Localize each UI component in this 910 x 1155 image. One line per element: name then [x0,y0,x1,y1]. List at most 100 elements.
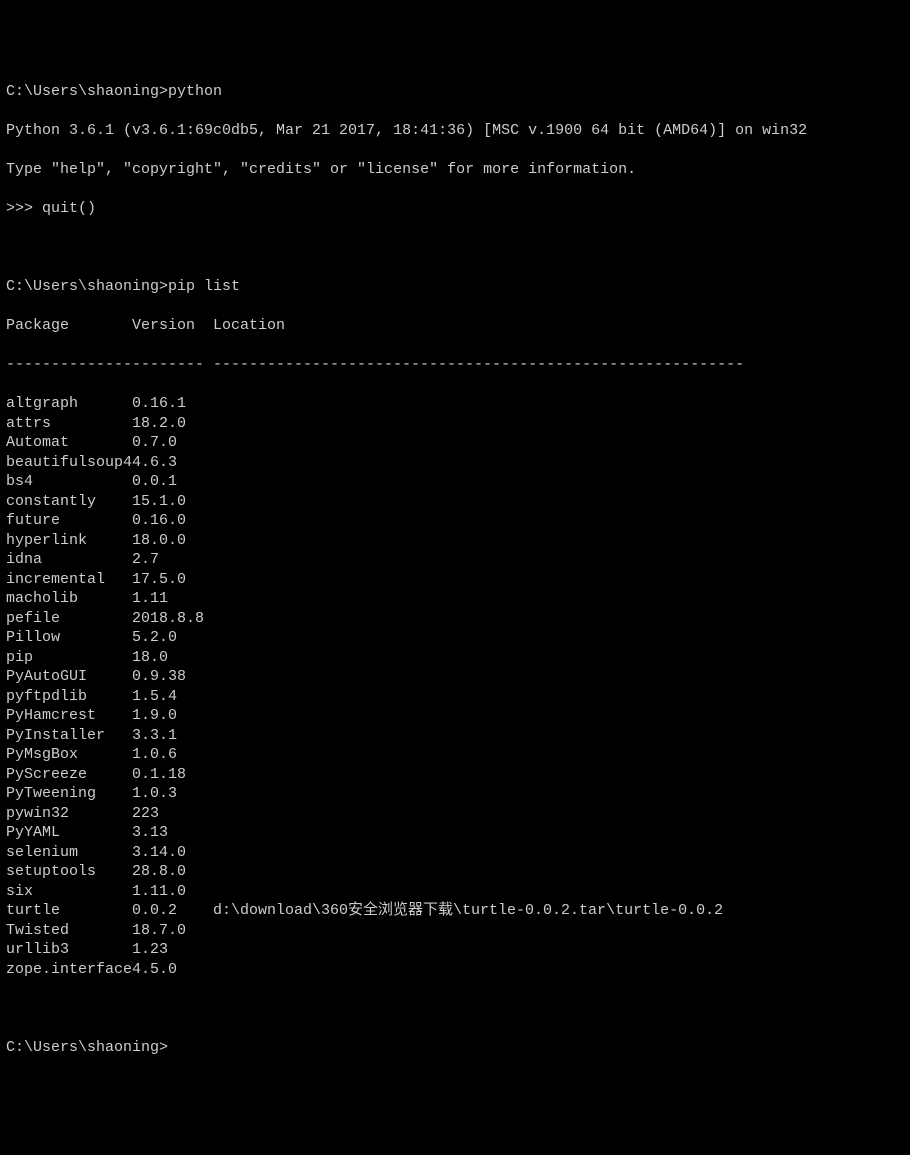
package-name: six [6,882,132,902]
table-row: future 0.16.0 [6,511,904,531]
table-row: attrs 18.2.0 [6,414,904,434]
package-name: pip [6,648,132,668]
shell-prompt: C:\Users\shaoning> [6,277,168,297]
package-name: PyMsgBox [6,745,132,765]
divider-package: -------------- [6,355,132,375]
table-row: Twisted 18.7.0 [6,921,904,941]
table-row: pefile 2018.8.8 [6,609,904,629]
table-row: hyperlink 18.0.0 [6,531,904,551]
package-version: 3.3.1 [132,726,213,746]
table-row: PyYAML 3.13 [6,823,904,843]
command-python: python [168,82,222,102]
package-version: 1.11 [132,589,213,609]
package-version: 0.1.18 [132,765,213,785]
package-name: PyScreeze [6,765,132,785]
shell-prompt: C:\Users\shaoning> [6,1038,168,1058]
package-version: 3.14.0 [132,843,213,863]
package-name: PyHamcrest [6,706,132,726]
package-name: PyYAML [6,823,132,843]
package-version: 18.0.0 [132,531,213,551]
package-version: 2.7 [132,550,213,570]
header-package: Package [6,316,132,336]
table-row: idna 2.7 [6,550,904,570]
package-name: macholib [6,589,132,609]
package-name: pefile [6,609,132,629]
table-row: six 1.11.0 [6,882,904,902]
prompt-line-2[interactable]: C:\Users\shaoning>pip list [6,277,904,297]
table-row: PyAutoGUI 0.9.38 [6,667,904,687]
table-row: PyTweening 1.0.3 [6,784,904,804]
table-row: PyMsgBox 1.0.6 [6,745,904,765]
table-row: constantly 15.1.0 [6,492,904,512]
package-version: 1.0.3 [132,784,213,804]
table-row: incremental 17.5.0 [6,570,904,590]
table-row: pywin32 223 [6,804,904,824]
package-version: 0.16.1 [132,394,213,414]
package-version: 18.7.0 [132,921,213,941]
package-location: d:\download\360安全浏览器下载\turtle-0.0.2.tar\… [213,901,723,921]
package-version: 17.5.0 [132,570,213,590]
repl-line[interactable]: >>> quit() [6,199,904,219]
package-version: 28.8.0 [132,862,213,882]
package-name: selenium [6,843,132,863]
package-version: 3.13 [132,823,213,843]
repl-prompt: >>> [6,199,42,219]
repl-command-quit: quit() [42,199,96,219]
package-version: 15.1.0 [132,492,213,512]
blank-line [6,238,904,258]
package-version: 1.23 [132,940,213,960]
package-name: hyperlink [6,531,132,551]
blank-line [6,999,904,1019]
package-name: bs4 [6,472,132,492]
package-version: 5.2.0 [132,628,213,648]
package-name: future [6,511,132,531]
pip-list-body: altgraph 0.16.1 attrs 18.2.0 Automat 0.7… [6,394,904,979]
table-row: urllib3 1.23 [6,940,904,960]
prompt-line-1[interactable]: C:\Users\shaoning>python [6,82,904,102]
package-version: 223 [132,804,213,824]
package-name: Pillow [6,628,132,648]
package-name: incremental [6,570,132,590]
package-version: 1.9.0 [132,706,213,726]
divider-version: -------- [132,355,213,375]
package-name: beautifulsoup4 [6,453,132,473]
package-name: PyTweening [6,784,132,804]
package-name: turtle [6,901,132,921]
package-version: 0.0.2 [132,901,213,921]
package-version: 0.7.0 [132,433,213,453]
table-row: beautifulsoup4 4.6.3 [6,453,904,473]
prompt-line-3[interactable]: C:\Users\shaoning> [6,1038,904,1058]
package-version: 0.16.0 [132,511,213,531]
package-version: 0.9.38 [132,667,213,687]
package-version: 4.5.0 [132,960,213,980]
table-row: zope.interface 4.5.0 [6,960,904,980]
package-name: Twisted [6,921,132,941]
pip-list-header: Package Version Location [6,316,904,336]
package-name: constantly [6,492,132,512]
table-row: Automat 0.7.0 [6,433,904,453]
shell-prompt: C:\Users\shaoning> [6,82,168,102]
package-name: idna [6,550,132,570]
table-row: PyScreeze 0.1.18 [6,765,904,785]
table-row: PyHamcrest 1.9.0 [6,706,904,726]
package-version: 0.0.1 [132,472,213,492]
table-row: macholib 1.11 [6,589,904,609]
table-row: pyftpdlib 1.5.4 [6,687,904,707]
table-row: selenium 3.14.0 [6,843,904,863]
header-version: Version [132,316,213,336]
table-row: PyInstaller 3.3.1 [6,726,904,746]
table-row: bs4 0.0.1 [6,472,904,492]
package-version: 2018.8.8 [132,609,213,629]
python-banner-2: Type "help", "copyright", "credits" or "… [6,160,904,180]
package-name: pywin32 [6,804,132,824]
package-version: 1.5.4 [132,687,213,707]
package-name: altgraph [6,394,132,414]
package-version: 18.2.0 [132,414,213,434]
python-banner-1: Python 3.6.1 (v3.6.1:69c0db5, Mar 21 201… [6,121,904,141]
package-version: 18.0 [132,648,213,668]
package-name: PyInstaller [6,726,132,746]
package-version: 1.11.0 [132,882,213,902]
table-row: altgraph 0.16.1 [6,394,904,414]
divider-location: ----------------------------------------… [213,355,744,375]
package-name: pyftpdlib [6,687,132,707]
